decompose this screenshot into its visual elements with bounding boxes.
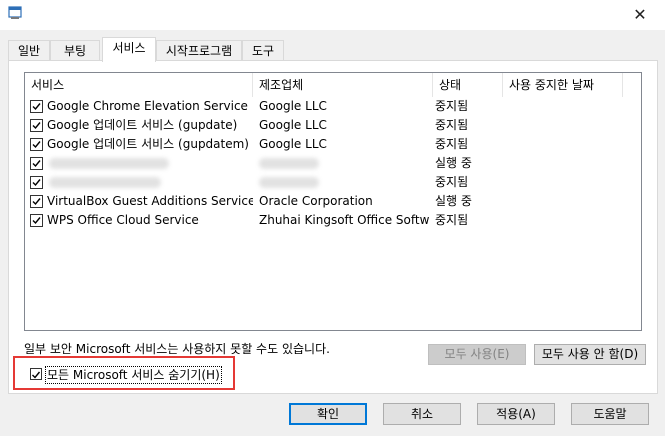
redacted-service-name	[49, 158, 169, 169]
service-status: 중지됨	[435, 99, 469, 113]
column-header-disabled-date[interactable]: 사용 중지한 날짜	[503, 73, 623, 97]
service-name: Google 업데이트 서비스 (gupdate)	[47, 118, 238, 132]
title-bar: ✕	[0, 0, 665, 30]
enable-all-button[interactable]: 모두 사용(E)	[428, 344, 526, 365]
service-manufacturer: Zhuhai Kingsoft Office Softw...	[259, 213, 429, 227]
list-item[interactable]: Google Chrome Elevation Service Google L…	[25, 97, 641, 116]
security-note: 일부 보안 Microsoft 서비스는 사용하지 못할 수도 있습니다.	[24, 342, 330, 356]
service-manufacturer: Oracle Corporation	[259, 194, 373, 208]
list-item[interactable]: VirtualBox Guest Additions Service Oracl…	[25, 192, 641, 211]
service-name: VirtualBox Guest Additions Service	[47, 194, 253, 208]
column-header-status[interactable]: 상태	[433, 73, 503, 97]
tab-tools[interactable]: 도구	[242, 40, 284, 61]
highlight-box	[13, 356, 235, 390]
services-panel: 서비스 제조업체 상태 사용 중지한 날짜 Google Chrome Elev…	[8, 60, 658, 394]
service-checkbox[interactable]	[30, 214, 43, 227]
redacted-manufacturer	[259, 177, 319, 188]
column-header-service[interactable]: 서비스	[25, 73, 253, 97]
service-name: Google Chrome Elevation Service	[47, 99, 248, 113]
list-item[interactable]: WPS Office Cloud Service Zhuhai Kingsoft…	[25, 211, 641, 230]
list-item[interactable]: Google 업데이트 서비스 (gupdatem) Google LLC 중지…	[25, 135, 641, 154]
service-status: 실행 중	[435, 194, 472, 208]
help-button[interactable]: 도움말	[571, 403, 649, 425]
service-manufacturer: Google LLC	[259, 137, 327, 151]
column-header-manufacturer[interactable]: 제조업체	[253, 73, 433, 97]
service-name: Google 업데이트 서비스 (gupdatem)	[47, 137, 249, 151]
apply-button[interactable]: 적용(A)	[477, 403, 555, 425]
ok-button[interactable]: 확인	[289, 403, 367, 425]
cancel-button[interactable]: 취소	[383, 403, 461, 425]
tab-services[interactable]: 서비스	[102, 37, 156, 62]
service-status: 중지됨	[435, 175, 469, 189]
redacted-manufacturer	[259, 158, 319, 169]
service-checkbox[interactable]	[30, 176, 43, 189]
msconfig-icon	[8, 6, 24, 20]
services-list[interactable]: 서비스 제조업체 상태 사용 중지한 날짜 Google Chrome Elev…	[24, 72, 642, 331]
list-item[interactable]: 중지됨	[25, 173, 641, 192]
service-status: 실행 중	[435, 156, 472, 170]
service-checkbox[interactable]	[30, 195, 43, 208]
service-status: 중지됨	[435, 137, 469, 151]
close-button[interactable]: ✕	[628, 4, 652, 26]
list-header: 서비스 제조업체 상태 사용 중지한 날짜	[25, 73, 641, 97]
tab-startup[interactable]: 시작프로그램	[156, 40, 242, 61]
service-status: 중지됨	[435, 213, 469, 227]
list-item[interactable]: 실행 중	[25, 154, 641, 173]
disable-all-button[interactable]: 모두 사용 안 함(D)	[534, 344, 646, 365]
service-manufacturer: Google LLC	[259, 118, 327, 132]
tab-boot[interactable]: 부팅	[50, 40, 100, 61]
tab-general[interactable]: 일반	[8, 40, 50, 61]
list-item[interactable]: Google 업데이트 서비스 (gupdate) Google LLC 중지됨	[25, 116, 641, 135]
service-checkbox[interactable]	[30, 100, 43, 113]
redacted-service-name	[49, 177, 161, 188]
service-checkbox[interactable]	[30, 138, 43, 151]
service-name: WPS Office Cloud Service	[47, 213, 199, 227]
service-status: 중지됨	[435, 118, 469, 132]
service-manufacturer: Google LLC	[259, 99, 327, 113]
service-checkbox[interactable]	[30, 157, 43, 170]
service-checkbox[interactable]	[30, 119, 43, 132]
